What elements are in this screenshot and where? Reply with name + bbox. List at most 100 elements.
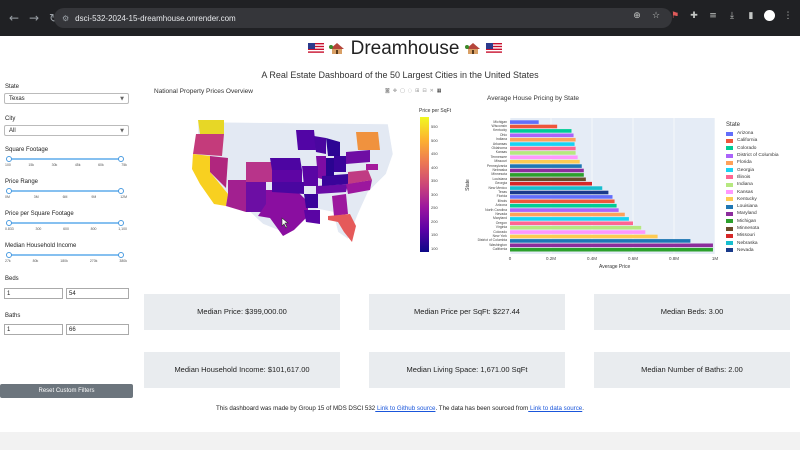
price-range-slider[interactable] <box>6 188 124 194</box>
us-choropleth-map[interactable] <box>188 114 400 244</box>
legend-item[interactable]: California <box>726 137 798 144</box>
extension-icon[interactable]: ⚑ <box>669 11 681 21</box>
bookmark-star-icon[interactable]: ☆ <box>650 11 662 21</box>
zoom-out-icon[interactable]: ⊟ <box>422 88 426 94</box>
state-indiana[interactable] <box>326 158 334 176</box>
state-missouri[interactable] <box>302 166 318 186</box>
price-slider-min-handle[interactable] <box>6 188 12 194</box>
side-panel-icon[interactable]: ▮ <box>745 11 757 21</box>
sqft-slider-min-handle[interactable] <box>6 156 12 162</box>
bar-indiana[interactable] <box>510 137 576 142</box>
state-oklahoma[interactable] <box>272 182 304 194</box>
bar-new-mexico[interactable] <box>510 186 603 190</box>
bar-district-of-columbia[interactable] <box>510 239 691 243</box>
bar-tennessee[interactable] <box>510 155 578 160</box>
city-dropdown[interactable]: All ▼ <box>4 125 129 136</box>
chevron-down-icon[interactable]: ▼ <box>120 127 124 135</box>
bar-arizona[interactable] <box>510 203 617 208</box>
state-louisiana[interactable] <box>304 210 320 224</box>
income-slider-min-handle[interactable] <box>6 252 12 258</box>
ppsf-slider[interactable] <box>6 220 124 226</box>
price-slider-max-handle[interactable] <box>118 188 124 194</box>
bar-washington[interactable] <box>510 243 713 248</box>
bar-new-york[interactable] <box>510 234 658 239</box>
sqft-slider-max-handle[interactable] <box>118 156 124 162</box>
bar-virginia[interactable] <box>510 225 642 230</box>
legend-item[interactable]: Illinois <box>726 174 798 181</box>
plotly-logo-icon[interactable]: ▦ <box>437 88 442 94</box>
state-georgia[interactable] <box>332 194 348 216</box>
state-florida[interactable] <box>328 214 356 242</box>
baths-min-input[interactable]: 1 <box>4 324 63 335</box>
state-new-york[interactable] <box>356 132 380 150</box>
state-new-mexico[interactable] <box>246 182 266 212</box>
box-select-icon[interactable]: ▢ <box>400 88 405 94</box>
legend-item[interactable]: Kansas <box>726 188 798 195</box>
beds-min-input[interactable]: 1 <box>4 288 63 299</box>
legend-item[interactable]: Missouri <box>726 232 798 239</box>
ppsf-slider-min-handle[interactable] <box>6 220 12 226</box>
bar-kansas[interactable] <box>510 151 576 155</box>
bar-texas[interactable] <box>510 190 609 195</box>
legend-item[interactable]: Arizona <box>726 130 798 137</box>
state-oregon[interactable] <box>193 134 224 156</box>
bar-oregon[interactable] <box>510 221 633 226</box>
menu-icon[interactable]: ⋮ <box>782 11 794 21</box>
back-arrow-icon[interactable]: ← <box>6 10 22 26</box>
lasso-icon[interactable]: ◌ <box>408 88 412 94</box>
bar-ohio[interactable] <box>510 133 574 138</box>
zoom-icon[interactable]: ⊕ <box>631 11 643 21</box>
data-source-link[interactable]: Link to data source <box>528 405 582 412</box>
bar-oklahoma[interactable] <box>510 146 576 151</box>
state-nebraska[interactable] <box>270 158 302 170</box>
sqft-slider[interactable] <box>6 156 124 162</box>
state-pennsylvania[interactable] <box>346 150 370 164</box>
bar-wisconsin[interactable] <box>510 124 558 129</box>
bar-louisiana[interactable] <box>510 177 586 182</box>
bar-georgia[interactable] <box>510 181 592 186</box>
site-info-icon[interactable]: ⚙ <box>62 14 69 23</box>
bar-colorado[interactable] <box>510 230 646 234</box>
legend-item[interactable]: District of Columbia <box>726 152 798 159</box>
baths-max-input[interactable]: 66 <box>66 324 129 335</box>
bar-chart-plot-area[interactable] <box>509 118 716 254</box>
bar-maryland[interactable] <box>510 217 629 221</box>
state-dropdown[interactable]: Texas ▼ <box>4 93 129 104</box>
legend-item[interactable]: Nevada <box>726 247 798 254</box>
extensions-icon[interactable]: ✚ <box>688 11 700 21</box>
legend-item[interactable]: Indiana <box>726 181 798 188</box>
legend-item[interactable]: Florida <box>726 159 798 166</box>
chevron-down-icon[interactable]: ▼ <box>120 95 124 103</box>
ppsf-slider-max-handle[interactable] <box>118 220 124 226</box>
reset-filters-button[interactable]: Reset Custom Filters <box>0 384 133 398</box>
legend-item[interactable]: Minnesota <box>726 225 798 232</box>
bar-missouri[interactable] <box>510 159 580 164</box>
github-source-link[interactable]: Link to Github source <box>375 405 435 412</box>
state-colorado[interactable] <box>246 162 272 182</box>
legend-item[interactable]: Kentucky <box>726 196 798 203</box>
forward-arrow-icon[interactable]: → <box>26 10 42 26</box>
state-arkansas[interactable] <box>304 194 318 208</box>
bar-california[interactable] <box>510 247 713 252</box>
legend-item[interactable]: Maryland <box>726 210 798 217</box>
bar-minnesota[interactable] <box>510 173 584 177</box>
beds-max-input[interactable]: 54 <box>66 288 129 299</box>
camera-icon[interactable]: ◙ <box>385 88 390 94</box>
bar-nevada[interactable] <box>510 212 625 217</box>
bar-florida[interactable] <box>510 195 613 199</box>
downloads-icon[interactable]: ⤓ <box>726 11 738 21</box>
state-arizona[interactable] <box>226 180 246 212</box>
legend-item[interactable]: Georgia <box>726 166 798 173</box>
state-ohio[interactable] <box>334 156 346 172</box>
state-kansas[interactable] <box>272 170 302 182</box>
bar-nebraska[interactable] <box>510 168 584 173</box>
bar-north-carolina[interactable] <box>510 208 619 212</box>
bar-illinois[interactable] <box>510 199 615 204</box>
state-washington[interactable] <box>198 120 224 134</box>
legend-item[interactable]: Louisiana <box>726 203 798 210</box>
profile-icon[interactable] <box>764 10 775 21</box>
address-bar[interactable]: ⚙ dsci-532-2024-15-dreamhouse.onrender.c… <box>54 8 672 28</box>
zoom-in-icon[interactable]: ⊞ <box>415 88 419 94</box>
reset-icon[interactable]: ✕ <box>430 88 434 94</box>
state-maryland[interactable] <box>366 164 378 170</box>
